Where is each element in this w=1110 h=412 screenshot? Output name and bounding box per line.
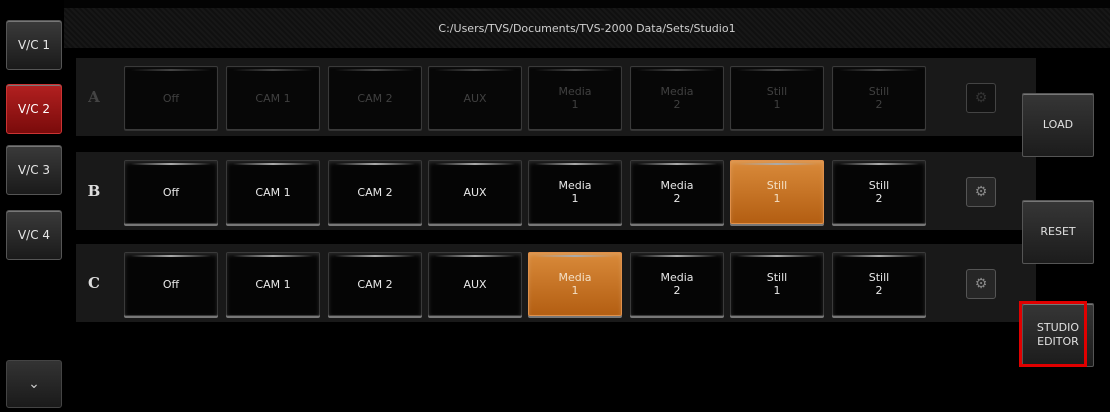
source-label: CAM 2 [357,277,393,291]
source-button[interactable]: Media 2 [630,252,724,316]
source-label: Still 2 [868,179,890,205]
source-label: Still 1 [766,85,788,111]
chevron-down-icon: ⌄ [28,376,40,392]
row-settings-button[interactable]: ⚙ [966,269,996,299]
gear-icon: ⚙ [974,90,988,106]
studio-editor-label: STUDIO EDITOR [1036,321,1080,348]
source-button[interactable]: Off [124,160,218,224]
source-label: Media 1 [558,179,592,205]
source-label: CAM 1 [255,91,291,105]
source-button[interactable]: Off [124,66,218,130]
row-letter: A [88,88,100,106]
studio-editor-button[interactable]: STUDIO EDITOR [1022,303,1094,367]
source-label: Off [162,91,180,105]
path-header: C:/Users/TVS/Documents/TVS-2000 Data/Set… [64,8,1110,48]
source-button[interactable]: Still 2 [832,66,926,130]
source-button[interactable]: Still 1 [730,66,824,130]
router-panel: A Off CAM 1 CAM 2 AUX Media 1 Media 2 Still 1 St… [64,48,1110,412]
source-label: Still 2 [868,85,890,111]
row-letter: B [87,182,101,200]
row-settings-button[interactable]: ⚙ [966,83,996,113]
source-button[interactable]: CAM 1 [226,252,320,316]
source-label: Media 1 [558,271,592,297]
reset-button[interactable]: RESET [1022,200,1094,264]
source-label: AUX [463,185,487,199]
gear-icon: ⚙ [974,276,988,292]
top-strip [0,0,1110,8]
source-button[interactable]: AUX [428,160,522,224]
source-button[interactable]: CAM 2 [328,160,422,224]
vc-tab-label: V/C 2 [17,102,51,116]
source-button[interactable]: Media 2 [630,66,724,130]
source-button[interactable]: Still 1 [730,160,824,224]
source-label: CAM 1 [255,277,291,291]
source-button[interactable]: CAM 1 [226,160,320,224]
source-button[interactable]: CAM 2 [328,66,422,130]
source-label: Still 2 [868,271,890,297]
source-label: CAM 1 [255,185,291,199]
load-label: LOAD [1042,118,1074,131]
set-path: C:/Users/TVS/Documents/TVS-2000 Data/Set… [438,21,736,35]
source-button[interactable]: Still 2 [832,252,926,316]
source-button[interactable]: Media 2 [630,160,724,224]
row-settings-button[interactable]: ⚙ [966,177,996,207]
row-letter: C [88,274,100,292]
source-label: Still 1 [766,179,788,205]
reset-label: RESET [1040,225,1076,238]
vc-tab-4[interactable]: V/C 4 [6,210,62,260]
source-label: Off [162,185,180,199]
vc-tab-label: V/C 3 [17,163,51,177]
source-label: Still 1 [766,271,788,297]
vc-tab-1[interactable]: V/C 1 [6,20,62,70]
scroll-down-button[interactable]: ⌄ [6,360,62,408]
vc-tab-2[interactable]: V/C 2 [6,84,62,134]
load-button[interactable]: LOAD [1022,93,1094,157]
source-button[interactable]: Media 1 [528,160,622,224]
source-button[interactable]: Still 1 [730,252,824,316]
row-c: C Off CAM 1 CAM 2 AUX Media 1 Media 2 Still 1 St… [76,244,1036,322]
source-label: CAM 2 [357,185,393,199]
gear-icon: ⚙ [974,184,988,200]
row-b: B Off CAM 1 CAM 2 AUX Media 1 Media 2 Still 1 St… [76,152,1036,230]
source-button[interactable]: CAM 1 [226,66,320,130]
source-label: Media 1 [558,85,592,111]
source-button[interactable]: CAM 2 [328,252,422,316]
source-label: CAM 2 [357,91,393,105]
source-button[interactable]: Off [124,252,218,316]
source-label: AUX [463,277,487,291]
row-a: A Off CAM 1 CAM 2 AUX Media 1 Media 2 Still 1 St… [76,58,1036,136]
source-button[interactable]: Still 2 [832,160,926,224]
vc-sidebar: V/C 1 V/C 2 V/C 3 V/C 4 ⌄ [0,0,64,412]
source-label: Off [162,277,180,291]
source-button[interactable]: AUX [428,66,522,130]
source-button[interactable]: Media 1 [528,252,622,316]
source-label: AUX [463,91,487,105]
source-label: Media 2 [660,179,694,205]
vc-tab-label: V/C 1 [17,38,51,52]
source-label: Media 2 [660,85,694,111]
source-button[interactable]: Media 1 [528,66,622,130]
vc-tab-3[interactable]: V/C 3 [6,145,62,195]
source-label: Media 2 [660,271,694,297]
source-button[interactable]: AUX [428,252,522,316]
vc-tab-label: V/C 4 [17,228,51,242]
